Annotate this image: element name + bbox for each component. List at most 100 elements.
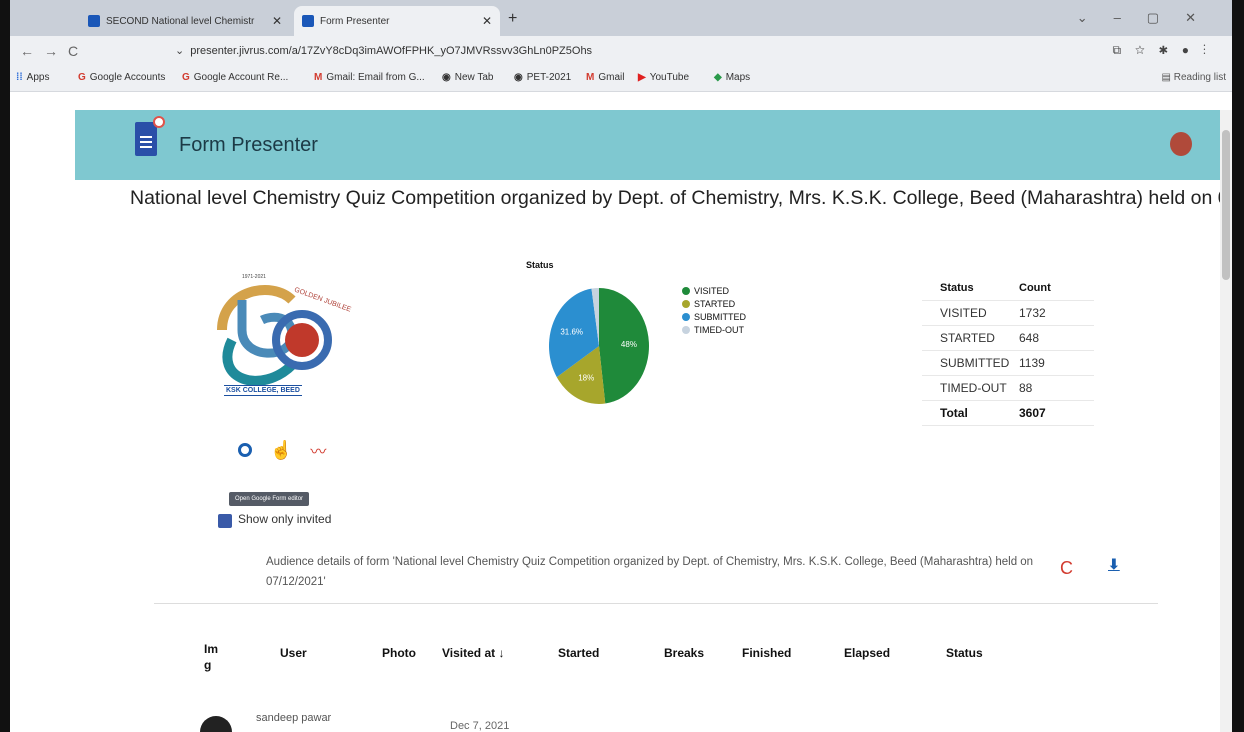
legend-label: SUBMITTED bbox=[694, 311, 747, 322]
chevron-down-icon: ⌄ bbox=[175, 45, 185, 57]
download-icon[interactable]: ⬇ bbox=[1108, 556, 1120, 573]
legend-item-timed-out[interactable]: TIMED-OUT bbox=[682, 323, 746, 336]
form-presenter-icon bbox=[302, 15, 314, 27]
bookmarks-bar: ⁞⁞ Apps G Google Accounts G Google Account … bbox=[10, 66, 1232, 92]
bookmark-new-tab[interactable]: ◉ New Tab bbox=[442, 72, 493, 83]
logo-college-name: KSK COLLEGE, BEED bbox=[224, 385, 302, 396]
column-header-img[interactable]: Im g bbox=[204, 641, 218, 673]
reading-list-icon: ▤ bbox=[1161, 72, 1174, 83]
globe-icon: ◉ bbox=[442, 72, 451, 83]
legend-item-submitted[interactable]: SUBMITTED bbox=[682, 310, 746, 323]
column-header-started[interactable]: Started bbox=[558, 646, 599, 660]
scrollbar-thumb[interactable] bbox=[1222, 130, 1230, 280]
scrollbar[interactable] bbox=[1220, 110, 1232, 732]
reload-icon[interactable]: C bbox=[68, 43, 78, 59]
app-title: Form Presenter bbox=[179, 134, 318, 156]
bookmark-gmail[interactable]: M Gmail bbox=[586, 72, 624, 83]
logo-years: 1971-2021 bbox=[242, 274, 266, 280]
status-count-table: Status Count VISITED 1732 STARTED 648 SUBMIT… bbox=[922, 276, 1094, 426]
apps-grid-icon: ⁞⁞ bbox=[16, 72, 23, 83]
close-icon[interactable]: ✕ bbox=[482, 14, 492, 28]
tab-strip: SECOND National level Chemistr ✕ Form Pr… bbox=[10, 0, 1232, 36]
bookmark-pet-2021[interactable]: ◉ PET-2021 bbox=[514, 72, 571, 83]
hand-pointer-icon[interactable]: ☝ bbox=[270, 440, 292, 461]
reading-list[interactable]: ▤ Reading list bbox=[1162, 72, 1227, 83]
column-header-visited-at[interactable]: Visited at ↓ bbox=[442, 646, 504, 660]
page-title: National level Chemistry Quiz Competitio… bbox=[130, 187, 1232, 209]
stats-status-cell: TIMED-OUT bbox=[940, 381, 1007, 395]
status-pie-chart: 48% 18% 31.6% bbox=[549, 288, 650, 404]
pie-label: 31.6% bbox=[560, 328, 583, 337]
youtube-icon: ▶ bbox=[638, 72, 646, 83]
google-icon: G bbox=[78, 72, 86, 83]
refresh-icon[interactable]: C bbox=[1060, 558, 1073, 579]
app-header: Form Presenter bbox=[75, 110, 1232, 180]
pie-label: 18% bbox=[578, 373, 594, 382]
avatar bbox=[200, 716, 232, 732]
column-header-breaks[interactable]: Breaks bbox=[664, 646, 704, 660]
eye-icon[interactable] bbox=[238, 443, 252, 457]
legend-dot-icon bbox=[682, 299, 690, 308]
gmail-icon: M bbox=[314, 72, 323, 83]
action-icons: ☝ 〰 bbox=[238, 438, 326, 462]
maps-icon: ◆ bbox=[714, 72, 722, 83]
stats-count-cell: 88 bbox=[1019, 381, 1033, 395]
toggle-label: Show only invited bbox=[238, 512, 332, 526]
legend-item-started[interactable]: STARTED bbox=[682, 297, 746, 310]
bookmark-gmail-email[interactable]: M Gmail: Email from G... bbox=[314, 72, 425, 83]
toolbar-icons[interactable]: ⧉☆✱●⋮ bbox=[1112, 43, 1220, 58]
stats-status-cell: Total bbox=[940, 406, 968, 420]
stats-count-cell: 1139 bbox=[1019, 356, 1045, 370]
url-text: presenter.jivrus.com/a/17ZvY8cDq3imAWOfF… bbox=[190, 45, 593, 57]
college-logo: GOLDEN JUBILEE YEAR 1971-2021 KSK COLLEG… bbox=[202, 270, 372, 400]
legend-dot-icon bbox=[682, 286, 690, 295]
column-header-finished[interactable]: Finished bbox=[742, 646, 791, 660]
bookmark-google-accounts[interactable]: G Google Accounts bbox=[78, 72, 165, 83]
bookmark-maps[interactable]: ◆ Maps bbox=[714, 72, 750, 83]
column-header-status[interactable]: Status bbox=[946, 646, 983, 660]
divider bbox=[154, 603, 1158, 604]
chart-legend: VISITED STARTED SUBMITTED TIMED-OUT bbox=[682, 284, 746, 336]
column-header-photo[interactable]: Photo bbox=[382, 646, 416, 660]
legend-label: VISITED bbox=[694, 285, 730, 296]
legend-label: STARTED bbox=[694, 298, 736, 309]
legend-dot-icon bbox=[682, 312, 690, 321]
address-bar: ← → C ⌄ presenter.jivrus.com/a/17ZvY8cDq3… bbox=[10, 36, 1232, 66]
avatar[interactable] bbox=[1170, 132, 1192, 156]
url-field[interactable]: ⌄ presenter.jivrus.com/a/17ZvY8cDq3imAWOf… bbox=[175, 44, 592, 57]
column-header-elapsed[interactable]: Elapsed bbox=[844, 646, 890, 660]
legend-dot-icon bbox=[682, 325, 690, 334]
stats-count-cell: 1732 bbox=[1019, 306, 1046, 320]
google-icon: G bbox=[182, 72, 190, 83]
close-icon[interactable]: ✕ bbox=[272, 14, 282, 28]
gmail-icon: M bbox=[586, 72, 595, 83]
stats-status-cell: STARTED bbox=[940, 331, 995, 345]
screen: SECOND National level Chemistr ✕ Form Pr… bbox=[10, 0, 1232, 732]
tab-quiz[interactable]: SECOND National level Chemistr ✕ bbox=[80, 6, 290, 36]
tooltip: Open Google Form editor bbox=[229, 492, 310, 506]
stats-row: TIMED-OUT 88 bbox=[922, 376, 1094, 401]
tab-form-presenter[interactable]: Form Presenter ✕ bbox=[294, 6, 500, 36]
stats-header-count: Count bbox=[1019, 282, 1051, 294]
row-visited-at: Dec 7, 2021 bbox=[450, 720, 510, 732]
show-only-invited-toggle[interactable] bbox=[218, 514, 232, 528]
back-icon[interactable]: ← bbox=[20, 43, 34, 59]
legend-item-visited[interactable]: VISITED bbox=[682, 284, 746, 297]
golden-jubilee-logo-icon: GOLDEN JUBILEE YEAR bbox=[217, 285, 372, 386]
bookmark-google-account-re[interactable]: G Google Account Re... bbox=[182, 72, 288, 83]
stats-status-cell: SUBMITTED bbox=[940, 356, 1010, 370]
new-tab-button[interactable]: + bbox=[508, 10, 517, 28]
stats-row: STARTED 648 bbox=[922, 326, 1094, 351]
tab-label: SECOND National level Chemistr bbox=[106, 15, 255, 27]
trend-line-icon[interactable]: 〰 bbox=[310, 438, 326, 462]
clock-icon bbox=[153, 116, 165, 128]
bookmark-apps[interactable]: ⁞⁞ Apps bbox=[16, 72, 49, 83]
stats-total-row: Total 3607 bbox=[922, 401, 1094, 426]
audience-details: Audience details of form 'National level… bbox=[266, 556, 1034, 588]
forward-icon[interactable]: → bbox=[44, 43, 58, 59]
window-controls[interactable]: ⌄–▢✕ bbox=[1077, 10, 1222, 26]
bookmark-youtube[interactable]: ▶ YouTube bbox=[638, 72, 689, 83]
legend-label: TIMED-OUT bbox=[694, 324, 744, 335]
stats-status-cell: VISITED bbox=[940, 306, 987, 320]
column-header-user[interactable]: User bbox=[280, 646, 307, 660]
